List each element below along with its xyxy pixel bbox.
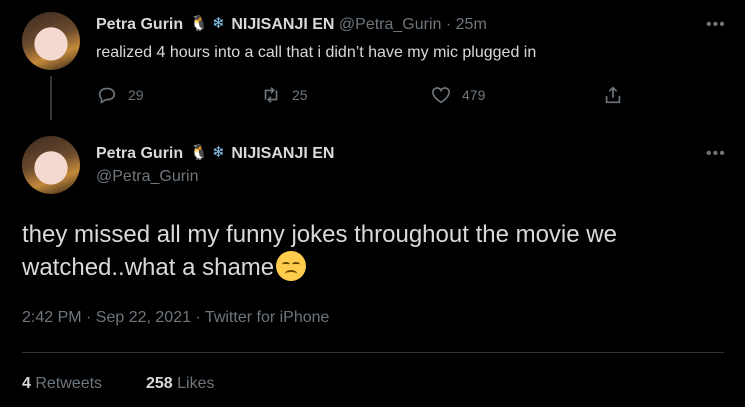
reply-button[interactable]: 29	[96, 84, 144, 106]
penguin-icon: 🐧	[189, 144, 209, 161]
divider	[22, 352, 724, 353]
reply-icon	[98, 87, 116, 104]
like-count: 479	[462, 87, 486, 103]
heart-icon	[431, 87, 451, 104]
likes-count: 258	[146, 375, 173, 392]
avatar[interactable]	[22, 136, 80, 194]
display-name[interactable]: Petra Gurin	[96, 145, 183, 162]
separator: ·	[445, 16, 452, 33]
retweet-count: 25	[292, 87, 308, 103]
retweets-label: Retweets	[35, 375, 103, 392]
retweet-icon	[264, 87, 278, 103]
retweet-button[interactable]: 25	[260, 84, 308, 106]
disappointed-face-icon	[276, 251, 307, 281]
share-button[interactable]	[602, 84, 624, 106]
reply-tweet-header: Petra Gurin 🐧 ❄ NIJISANJI EN @Petra_Gurin…	[96, 14, 487, 34]
reply-count: 29	[128, 87, 144, 103]
org-name: NIJISANJI EN	[231, 145, 335, 162]
snowflake-icon: ❄	[212, 15, 225, 32]
snowflake-icon: ❄	[212, 144, 225, 161]
reply-tweet-text: realized 4 hours into a call that i didn…	[96, 44, 537, 61]
handle[interactable]: @Petra_Gurin	[339, 16, 442, 33]
display-name[interactable]: Petra Gurin	[96, 16, 183, 33]
more-options-icon[interactable]: •••	[706, 16, 726, 34]
more-options-icon[interactable]: •••	[706, 145, 726, 163]
like-button[interactable]: 479	[430, 84, 485, 106]
retweets-stat[interactable]: 4 Retweets	[22, 375, 102, 393]
likes-stat[interactable]: 258 Likes	[146, 375, 215, 393]
main-tweet-header: Petra Gurin 🐧 ❄ NIJISANJI EN	[96, 143, 334, 163]
penguin-icon: 🐧	[189, 15, 209, 32]
retweets-count: 4	[22, 375, 31, 392]
thread-connector-line	[50, 76, 52, 120]
main-tweet-text: they missed all my funny jokes throughou…	[22, 218, 722, 284]
tweet-timestamp[interactable]: 2:42 PM · Sep 22, 2021 · Twitter for iPh…	[22, 309, 329, 327]
main-tweet-body: they missed all my funny jokes throughou…	[22, 221, 617, 281]
likes-label: Likes	[177, 375, 215, 392]
tweet-time[interactable]: 25m	[456, 16, 487, 33]
avatar[interactable]	[22, 12, 80, 70]
handle[interactable]: @Petra_Gurin	[96, 168, 199, 186]
share-icon	[605, 86, 621, 104]
org-name: NIJISANJI EN	[231, 16, 335, 33]
